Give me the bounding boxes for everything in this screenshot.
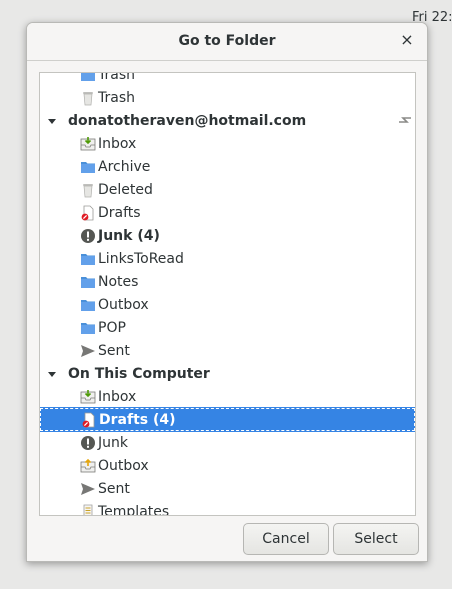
expander-down-icon[interactable] [46,115,58,127]
close-icon[interactable]: × [399,32,415,48]
folder-icon [80,297,96,313]
cancel-button[interactable]: Cancel [243,523,329,555]
tree-account-row[interactable]: donatotheraven@hotmail.com [40,109,415,132]
tree-folder-row[interactable]: Inbox [40,385,415,408]
tree-item-label: Inbox [98,388,137,405]
tree-item-label: Archive [98,158,151,175]
dialog-button-bar: Cancel Select [27,515,427,561]
drafts-icon [80,205,96,221]
folder-icon [80,274,96,290]
trash-icon [80,182,96,198]
junk-icon [80,435,96,451]
tree-folder-row[interactable]: Junk [40,431,415,454]
folder-tree[interactable]: Trash Trash donatotheraven@hotmail.com Inbo… [39,72,416,516]
inbox-icon [80,389,96,405]
tree-item-label: Deleted [98,181,153,198]
sync-arrows-icon [397,112,413,128]
tree-item-label: Drafts (4) [99,411,176,428]
folder-icon [80,320,96,336]
tree-folder-row[interactable]: Notes [40,270,415,293]
tree-item-label: Sent [98,342,130,359]
tree-item-label: Trash [98,89,135,106]
tree-folder-row[interactable]: LinksToRead [40,247,415,270]
sent-icon [80,481,96,497]
tree-folder-row[interactable]: Sent [40,339,415,362]
go-to-folder-dialog: Go to Folder × Trash Trash donatotheraven@… [26,22,428,562]
tree-folder-row[interactable]: Sent [40,477,415,500]
sent-icon [80,343,96,359]
tree-folder-row[interactable]: Trash [40,72,415,86]
inbox-icon [80,136,96,152]
tree-item-label: Outbox [98,457,149,474]
trash-icon [80,90,96,106]
dialog-title: Go to Folder [178,33,276,49]
tree-item-label: donatotheraven@hotmail.com [68,112,307,129]
drafts-icon [81,412,97,428]
tree-item-label: POP [98,319,126,336]
dialog-titlebar: Go to Folder × [27,23,427,61]
tree-folder-row[interactable]: Trash [40,86,415,109]
tree-item-label: Outbox [98,296,149,313]
folder-icon [80,73,96,83]
tree-folder-row[interactable]: Junk (4) [40,224,415,247]
folder-icon [80,251,96,267]
tree-item-label: Trash [98,72,135,83]
tree-item-label: On This Computer [68,365,210,382]
tree-folder-row[interactable]: Archive [40,155,415,178]
outbox-icon [80,458,96,474]
tree-folder-row[interactable]: Inbox [40,132,415,155]
tree-account-row[interactable]: On This Computer [40,362,415,385]
tree-folder-row[interactable]: Drafts [40,201,415,224]
tree-item-label: Inbox [98,135,137,152]
tree-item-label: LinksToRead [98,250,184,267]
tree-folder-row[interactable]: POP [40,316,415,339]
tree-item-label: Drafts [98,204,141,221]
tree-item-label: Notes [98,273,139,290]
tree-folder-row[interactable]: Outbox [40,454,415,477]
tree-folder-row[interactable]: Deleted [40,178,415,201]
tree-folder-row[interactable]: Templates [40,500,415,515]
folder-icon [80,159,96,175]
select-button[interactable]: Select [333,523,419,555]
tree-folder-row[interactable]: Drafts (4) [40,407,415,432]
tree-folder-row[interactable]: Outbox [40,293,415,316]
tree-item-label: Sent [98,480,130,497]
tree-item-label: Junk (4) [98,227,160,244]
expander-down-icon[interactable] [46,368,58,380]
junk-icon [80,228,96,244]
tree-item-label: Junk [98,434,128,451]
